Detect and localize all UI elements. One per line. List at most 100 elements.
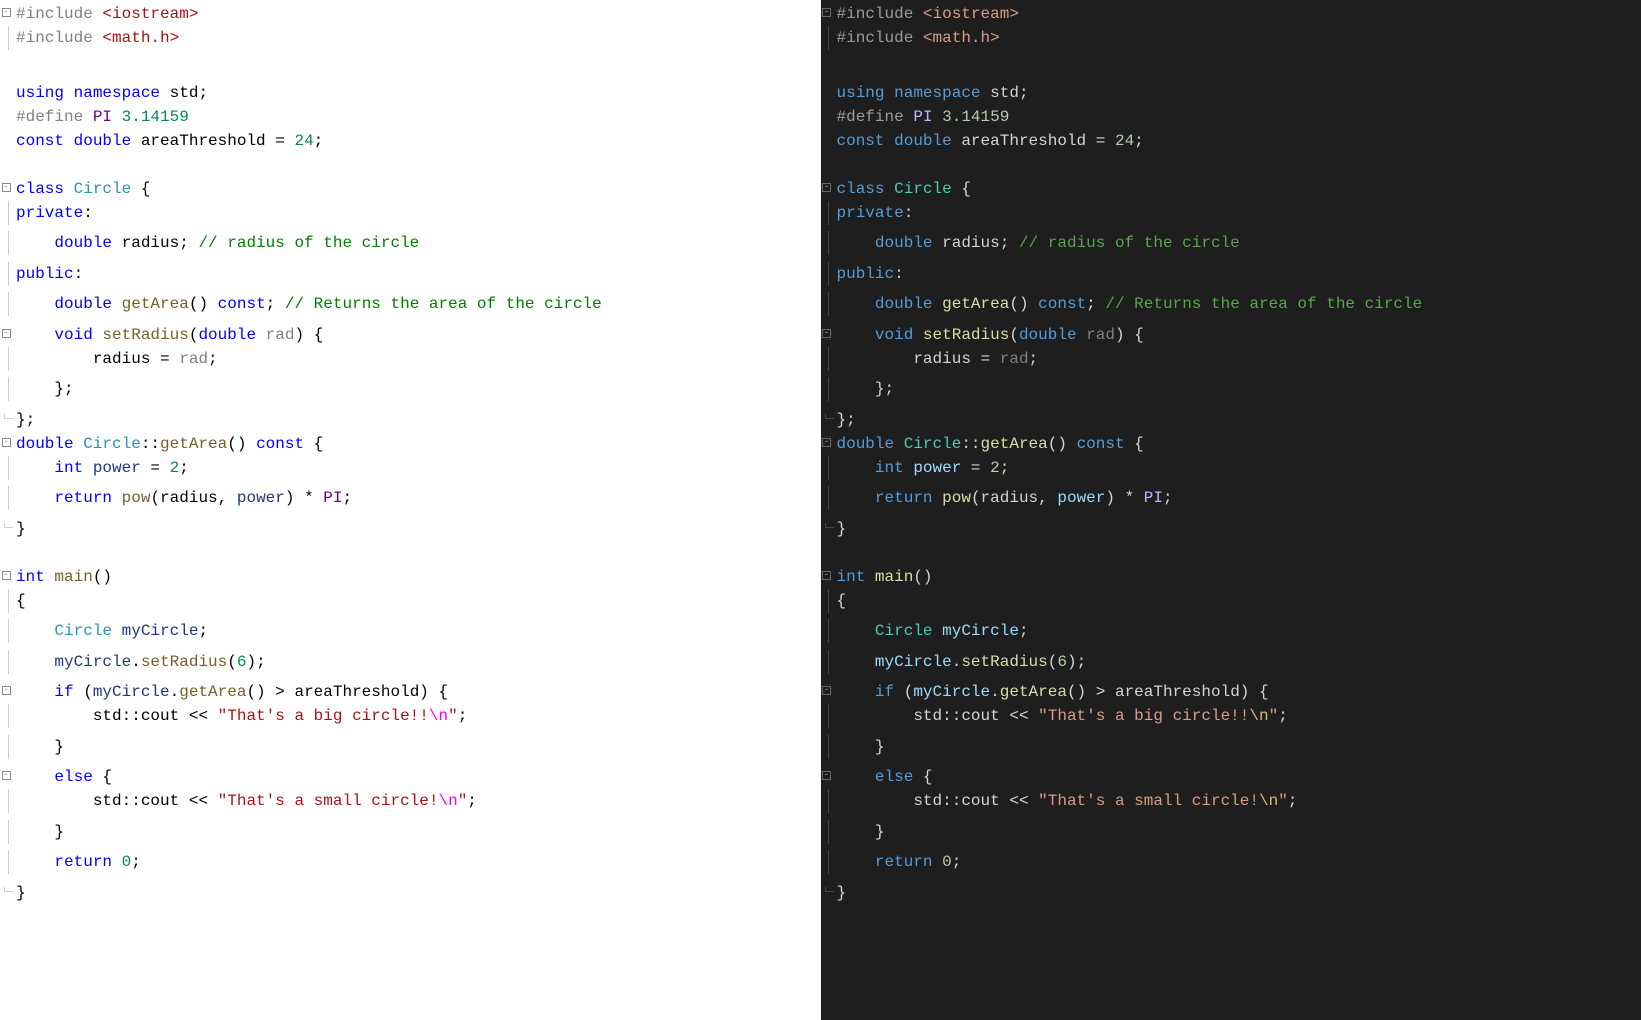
code-line[interactable]: int power = 2; [12,456,821,480]
gutter [821,347,833,378]
fold-toggle-icon[interactable]: - [2,8,11,17]
code-line[interactable]: else { [12,765,821,789]
token-str: " [448,707,458,725]
fold-toggle-icon[interactable]: - [2,686,11,695]
code-line[interactable]: return 0; [12,850,821,874]
token-func: getArea [981,435,1048,453]
fold-toggle-icon[interactable]: - [822,571,831,580]
code-line[interactable]: void setRadius(double rad) { [833,323,1641,347]
code-line[interactable]: double getArea() const; // Returns the a… [12,292,821,316]
code-line[interactable]: #include <math.h> [12,26,821,50]
code-line[interactable]: #include <iostream> [833,2,1641,26]
code-line[interactable]: std::cout << "That's a big circle!!\n"; [833,704,1641,728]
code-line[interactable]: }; [12,408,821,432]
code-line[interactable]: #define PI 3.14159 [12,105,821,129]
fold-toggle-icon[interactable]: - [2,183,11,192]
token-kw: return [54,853,121,871]
code-line[interactable] [12,541,821,565]
code-line[interactable]: #define PI 3.14159 [833,105,1641,129]
code-line[interactable]: radius = rad; [833,347,1641,371]
fold-toggle-icon[interactable]: - [822,686,831,695]
token-op [16,683,54,701]
code-line[interactable]: return pow(radius, power) * PI; [12,486,821,510]
code-line[interactable]: double getArea() const; // Returns the a… [833,292,1641,316]
code-line[interactable]: Circle myCircle; [833,619,1641,643]
code-line[interactable]: void setRadius(double rad) { [12,323,821,347]
editor-line: -double Circle::getArea() const { [0,432,821,456]
code-line[interactable]: return pow(radius, power) * PI; [833,486,1641,510]
code-line[interactable]: #include <math.h> [833,26,1641,50]
code-line[interactable]: double radius; // radius of the circle [833,231,1641,255]
code-line[interactable]: radius = rad; [12,347,821,371]
code-line[interactable]: public: [833,262,1641,286]
code-line[interactable]: }; [833,377,1641,401]
code-line[interactable]: double Circle::getArea() const { [12,432,821,456]
code-line[interactable]: double Circle::getArea() const { [833,432,1641,456]
code-line[interactable]: myCircle.setRadius(6); [12,650,821,674]
code-line[interactable]: }; [12,377,821,401]
token-kw: double [1019,326,1086,344]
code-line[interactable]: public: [12,262,821,286]
fold-toggle-icon[interactable]: - [2,771,11,780]
editor-line: #define PI 3.14159 [0,105,821,129]
code-line[interactable] [833,541,1641,565]
code-line[interactable]: return 0; [833,850,1641,874]
token-kw: double [74,132,141,150]
code-line[interactable]: } [12,820,821,844]
code-line[interactable] [12,57,821,81]
code-line[interactable]: } [12,881,821,905]
gutter [821,789,833,820]
editor-pane-light[interactable]: -#include <iostream>#include <math.h> us… [0,0,821,1020]
code-line[interactable]: std::cout << "That's a small circle!\n"; [12,789,821,813]
code-line[interactable]: class Circle { [12,177,821,201]
code-line[interactable]: } [833,735,1641,759]
code-line[interactable]: }; [833,408,1641,432]
code-line[interactable] [12,153,821,177]
code-line[interactable]: using namespace std; [12,81,821,105]
token-local: power [913,459,961,477]
gutter [0,26,12,57]
code-line[interactable]: const double areaThreshold = 24; [833,129,1641,153]
editor-pane-dark[interactable]: -#include <iostream>#include <math.h> us… [821,0,1641,1020]
fold-toggle-icon[interactable]: - [822,8,831,17]
code-line[interactable] [833,57,1641,81]
code-line[interactable]: } [833,517,1641,541]
code-line[interactable]: int main() [833,565,1641,589]
code-line[interactable]: myCircle.setRadius(6); [833,650,1641,674]
fold-toggle-icon[interactable]: - [822,771,831,780]
code-line[interactable]: Circle myCircle; [12,619,821,643]
fold-toggle-icon[interactable]: - [2,438,11,447]
token-op [837,295,875,313]
code-line[interactable]: } [12,517,821,541]
code-line[interactable]: double radius; // radius of the circle [12,231,821,255]
code-line[interactable]: } [833,820,1641,844]
code-line[interactable]: else { [833,765,1641,789]
fold-toggle-icon[interactable]: - [822,438,831,447]
fold-toggle-icon[interactable]: - [2,571,11,580]
code-line[interactable]: int power = 2; [833,456,1641,480]
code-line[interactable]: if (myCircle.getArea() > areaThreshold) … [833,680,1641,704]
editor-line: } [0,735,821,766]
code-line[interactable]: int main() [12,565,821,589]
code-line[interactable]: class Circle { [833,177,1641,201]
code-line[interactable]: using namespace std; [833,81,1641,105]
code-line[interactable]: { [12,589,821,613]
code-line[interactable]: if (myCircle.getArea() > areaThreshold) … [12,680,821,704]
code-line[interactable]: } [833,881,1641,905]
gutter [821,619,833,650]
code-line[interactable]: { [833,589,1641,613]
fold-toggle-icon[interactable]: - [2,329,11,338]
code-line[interactable]: private: [833,201,1641,225]
editor-line [0,153,821,177]
token-pre: #include [837,29,923,47]
code-line[interactable]: std::cout << "That's a small circle!\n"; [833,789,1641,813]
code-line[interactable]: private: [12,201,821,225]
code-line[interactable]: #include <iostream> [12,2,821,26]
fold-toggle-icon[interactable]: - [822,329,831,338]
code-line[interactable]: const double areaThreshold = 24; [12,129,821,153]
token-op: = [150,350,179,368]
code-line[interactable]: } [12,735,821,759]
fold-toggle-icon[interactable]: - [822,183,831,192]
code-line[interactable] [833,153,1641,177]
code-line[interactable]: std::cout << "That's a big circle!!\n"; [12,704,821,728]
